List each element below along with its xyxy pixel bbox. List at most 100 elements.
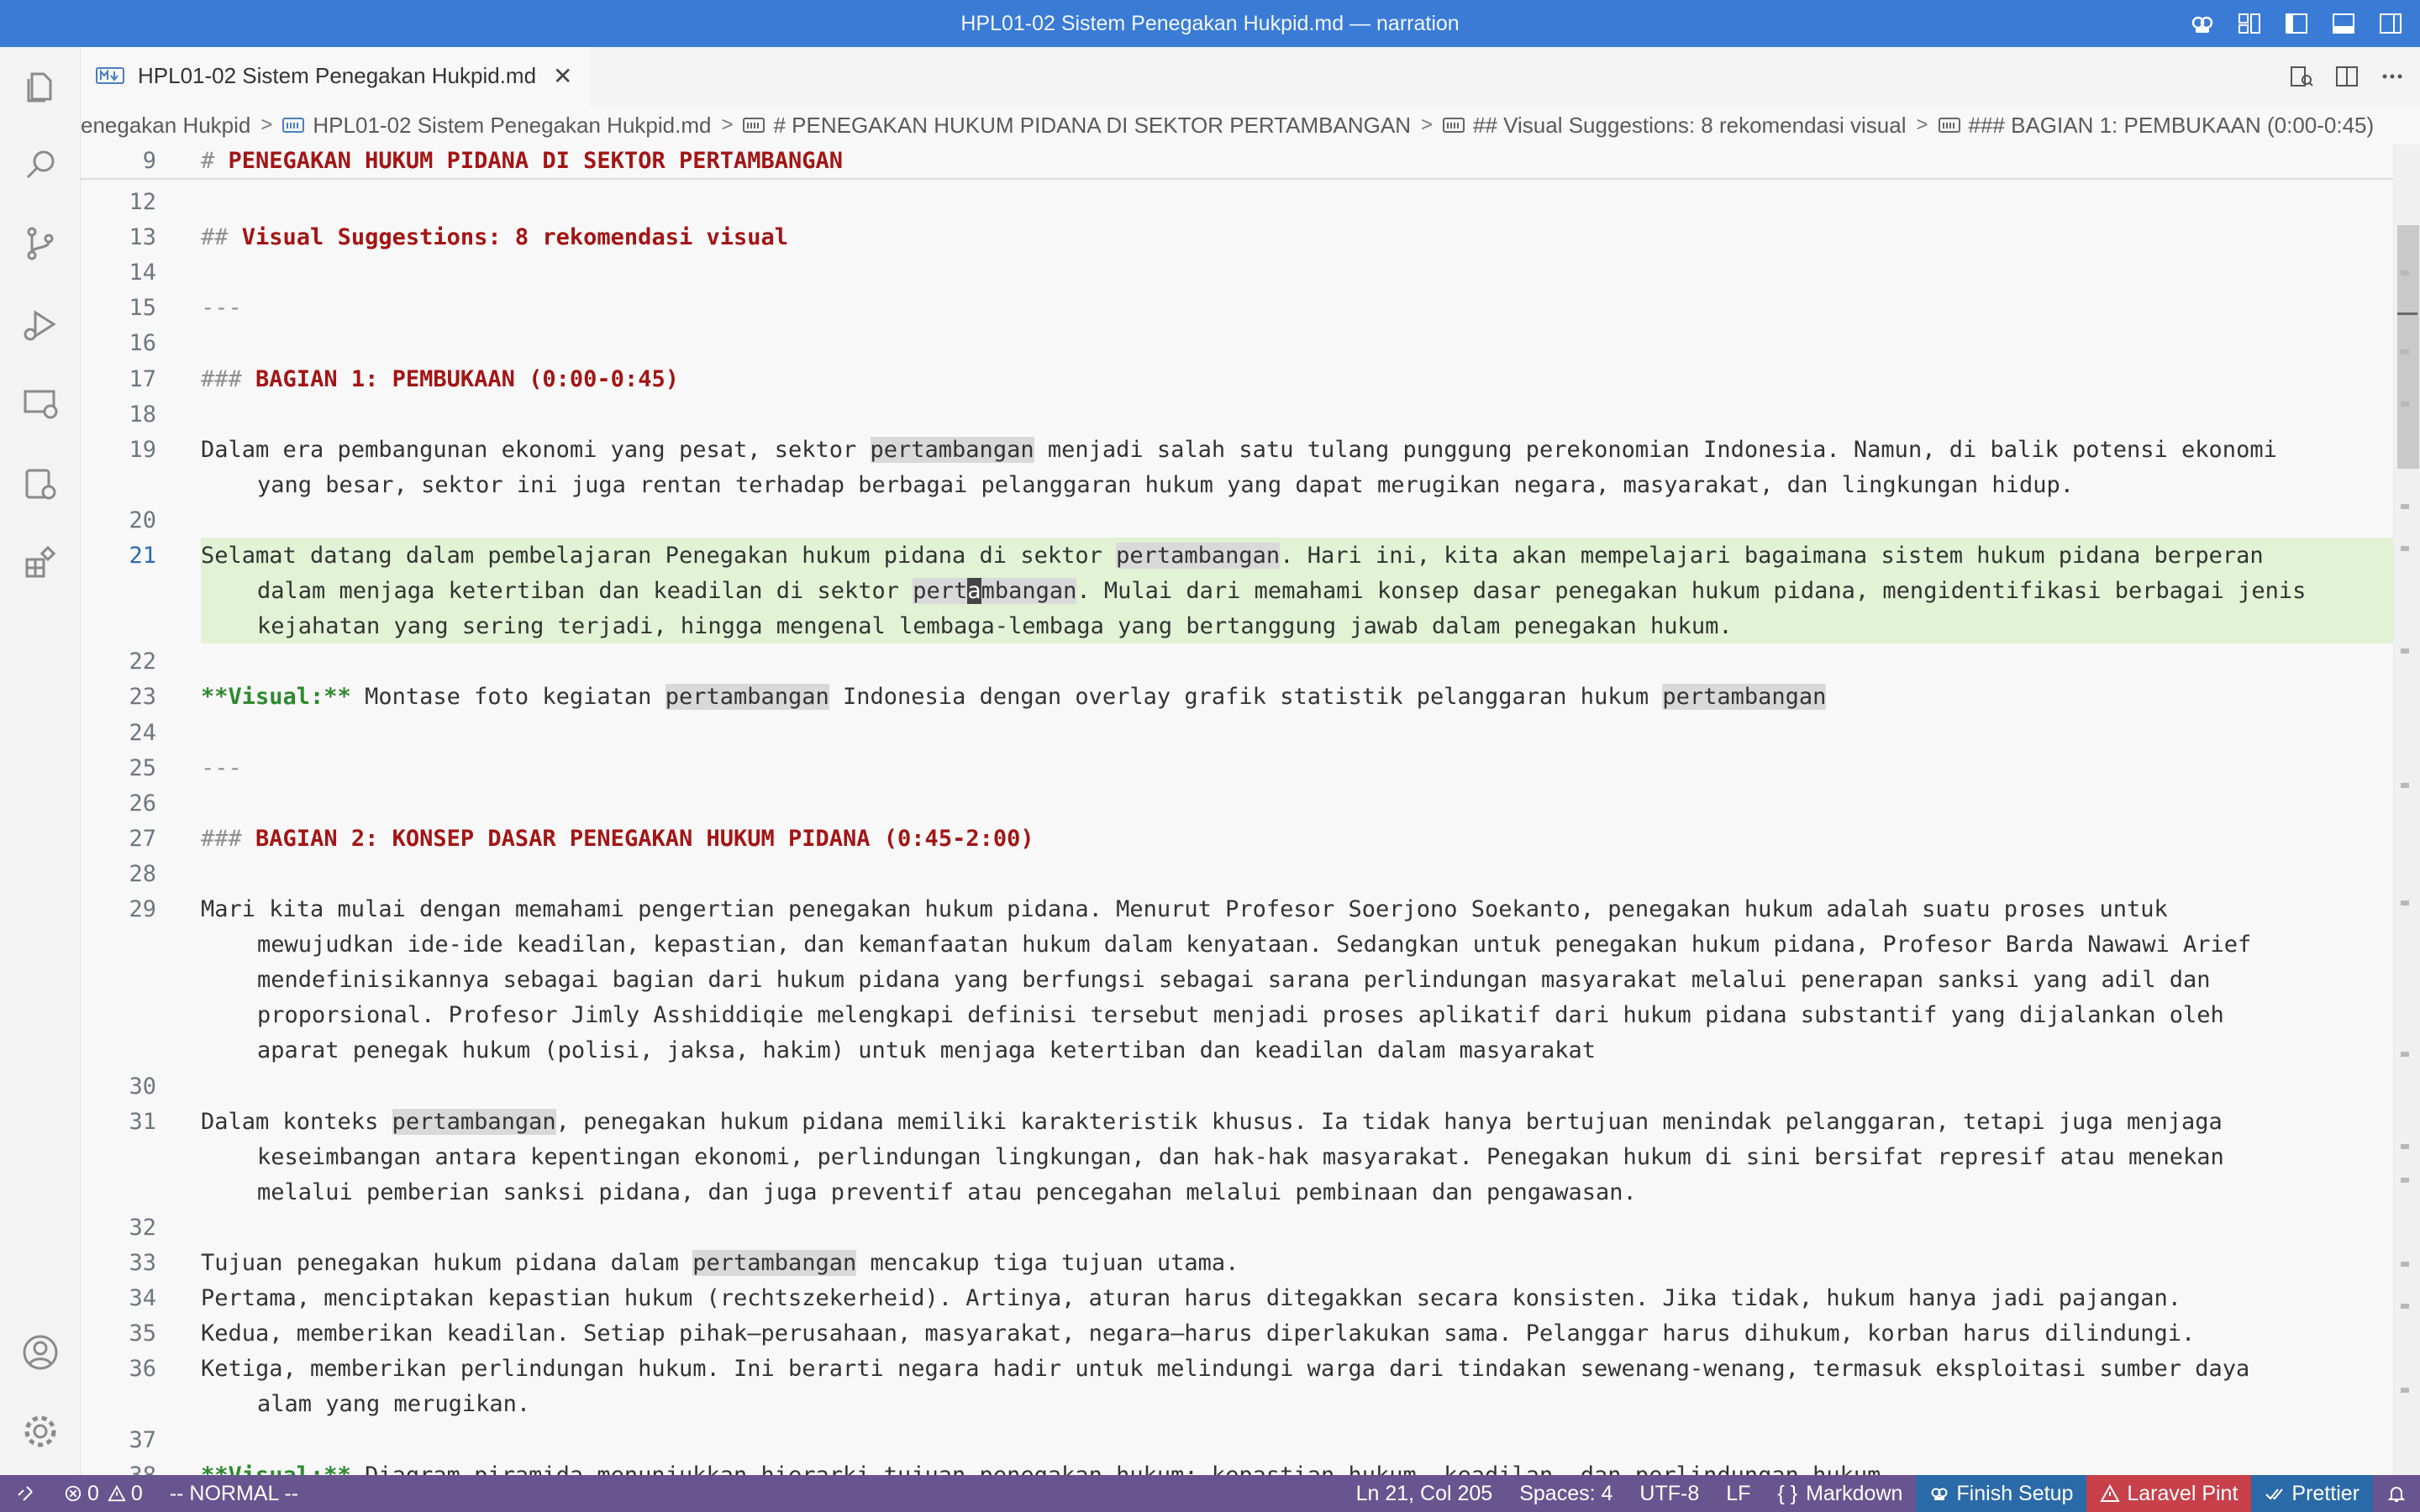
tab-hpl01-02[interactable]: HPL01-02 Sistem Penegakan Hukpid.md ✕ (81, 47, 590, 106)
line-number: 24 (129, 719, 156, 746)
warning-icon (2100, 1483, 2121, 1502)
copilot-icon[interactable] (2190, 11, 2215, 36)
encoding[interactable]: UTF-8 (1626, 1475, 1712, 1512)
line-number: 16 (129, 330, 156, 357)
code-line[interactable]: mendefinisikannya sebagai bagian dari hu… (257, 967, 2211, 993)
text-cursor: a (967, 578, 981, 605)
search-icon[interactable] (20, 144, 60, 185)
laravel-pint-label: Laravel Pint (2127, 1481, 2238, 1505)
remote-explorer-icon[interactable] (20, 383, 60, 423)
end-of-line[interactable]: LF (1712, 1475, 1764, 1512)
toggle-panel-icon[interactable] (2331, 11, 2356, 36)
sticky-scroll-header[interactable]: 9 # PENEGAKAN HUKUM PIDANA DI SEKTOR PER… (81, 144, 2393, 180)
code-line[interactable]: Mari kita mulai dengan memahami pengerti… (201, 896, 2168, 922)
indentation[interactable]: Spaces: 4 (1506, 1475, 1626, 1512)
breadcrumb-item[interactable]: HPL01-02 Sistem Penegakan Hukpid.md (282, 113, 711, 139)
code-token: ## (201, 224, 229, 251)
code-token: mencakup tiga tujuan utama. (856, 1250, 1239, 1276)
code-line[interactable]: yang besar, sektor ini juga rentan terha… (257, 472, 2074, 498)
cursor-position[interactable]: Ln 21, Col 205 (1343, 1475, 1507, 1512)
close-icon[interactable]: ✕ (553, 62, 572, 90)
toggle-primary-sidebar-icon[interactable] (2284, 11, 2309, 36)
sticky-line-text: # PENEGAKAN HUKUM PIDANA DI SEKTOR PERTA… (201, 148, 844, 174)
overview-marker (2401, 270, 2409, 276)
overview-marker (2401, 402, 2409, 407)
line-number: 35 (129, 1320, 156, 1347)
breadcrumb-label: HPL01-02 Sistem Penegakan Hukpid.md (313, 112, 712, 138)
explorer-icon[interactable] (20, 66, 60, 106)
code-line[interactable]: Ketiga, memberikan perlindungan hukum. I… (201, 1356, 2249, 1382)
status-bar: 0 0 -- NORMAL -- Ln 21, Col 205 Spaces: … (0, 1475, 2420, 1512)
code-line[interactable]: Pertama, menciptakan kepastian hukum (re… (201, 1285, 2181, 1311)
breadcrumb-item[interactable]: enegakan Hukpid (81, 113, 250, 139)
code-token: Mari kita mulai dengan memahami pengerti… (201, 896, 2168, 922)
overview-marker (2401, 1052, 2409, 1057)
language-label: Markdown (1806, 1481, 1903, 1505)
code-token: menjadi salah satu tulang punggung perek… (1034, 436, 2277, 463)
code-token: Selamat datang dalam pembelajaran Penega… (201, 543, 1117, 569)
code-token: kejahatan yang sering terjadi, hingga me… (257, 613, 1733, 640)
word-highlight: pertambangan (1662, 684, 1827, 711)
split-editor-icon[interactable] (2334, 64, 2360, 89)
code-token: . Mulai dari memahami konsep dasar peneg… (1076, 578, 2307, 605)
more-actions-icon[interactable] (2380, 64, 2405, 89)
code-line[interactable]: ### BAGIAN 1: PEMBUKAAN (0:00-0:45) (201, 366, 679, 392)
breadcrumb-item[interactable]: # PENEGAKAN HUKUM PIDANA DI SEKTOR PERTA… (743, 113, 1411, 139)
notifications-bell-icon[interactable] (2373, 1475, 2420, 1512)
finish-setup-label: Finish Setup (1956, 1481, 2074, 1505)
code-token: keseimbangan antara kepentingan ekonomi,… (257, 1143, 2224, 1170)
extensions-icon[interactable] (20, 543, 60, 583)
finish-setup-button[interactable]: Finish Setup (1916, 1475, 2087, 1512)
symbol-string-icon (1443, 118, 1465, 133)
testing-icon[interactable] (20, 464, 60, 504)
language-mode[interactable]: { } Markdown (1764, 1475, 1916, 1512)
code-line[interactable]: dalam menjaga ketertiban dan keadilan di… (257, 578, 2307, 605)
toggle-secondary-sidebar-icon[interactable] (2378, 11, 2403, 36)
prettier-button[interactable]: Prettier (2251, 1475, 2373, 1512)
layout-customize-icon[interactable] (2237, 11, 2262, 36)
line-number: 27 (129, 825, 156, 852)
word-highlight: pertambangan (665, 684, 829, 711)
code-line[interactable]: Selamat datang dalam pembelajaran Penega… (201, 543, 2264, 569)
scrollbar-thumb[interactable] (2397, 225, 2419, 469)
breadcrumb-item[interactable]: ### BAGIAN 1: PEMBUKAAN (0:00-0:45) (1938, 113, 2374, 139)
code-line[interactable]: kejahatan yang sering terjadi, hingga me… (257, 613, 1733, 639)
editor-scrollbar[interactable] (2393, 144, 2420, 1475)
code-line[interactable]: Dalam era pembangunan ekonomi yang pesat… (201, 436, 2277, 463)
account-icon[interactable] (20, 1332, 60, 1373)
code-token: BAGIAN 1: PEMBUKAAN (0:00-0:45) (255, 365, 679, 392)
code-line[interactable]: alam yang merugikan. (257, 1391, 530, 1417)
problems-indicator[interactable]: 0 0 (50, 1475, 156, 1512)
vim-mode: -- NORMAL -- (169, 1481, 299, 1505)
code-token: ### (201, 365, 242, 392)
code-line[interactable]: Kedua, memberikan keadilan. Setiap pihak… (201, 1320, 2195, 1347)
run-debug-icon[interactable] (20, 304, 60, 344)
settings-gear-icon[interactable] (20, 1411, 60, 1452)
code-line[interactable]: ### BAGIAN 2: KONSEP DASAR PENEGAKAN HUK… (201, 826, 1034, 852)
code-token: **Visual:** (201, 1462, 351, 1475)
code-line[interactable]: **Visual:** Diagram piramida menunjukkan… (201, 1462, 1881, 1475)
code-line[interactable]: melalui pemberian sanksi pidana, dan jug… (257, 1179, 1637, 1205)
open-preview-icon[interactable] (2289, 64, 2314, 89)
code-editor[interactable]: 9 # PENEGAKAN HUKUM PIDANA DI SEKTOR PER… (81, 144, 2393, 1475)
code-line[interactable]: **Visual:** Montase foto kegiatan pertam… (201, 684, 1827, 711)
code-line[interactable]: --- (201, 755, 242, 781)
laravel-pint-button[interactable]: Laravel Pint (2086, 1475, 2252, 1512)
source-control-icon[interactable] (20, 223, 60, 264)
line-number: 20 (129, 507, 156, 533)
remote-indicator-icon[interactable] (0, 1475, 50, 1512)
code-line[interactable]: aparat penegak hukum (polisi, jaksa, hak… (257, 1037, 1596, 1063)
code-line[interactable]: Tujuan penegakan hukum pidana dalam pert… (201, 1250, 1239, 1276)
code-line[interactable]: proporsional. Profesor Jimly Asshiddiqie… (257, 1002, 2224, 1028)
line-number: 33 (129, 1250, 156, 1276)
code-line[interactable]: --- (201, 295, 242, 321)
code-line[interactable]: Dalam konteks pertambangan, penegakan hu… (201, 1108, 2223, 1135)
word-highlight: pertambangan (870, 436, 1034, 463)
breadcrumb-item[interactable]: ## Visual Suggestions: 8 rekomendasi vis… (1443, 113, 1907, 139)
line-number: 28 (129, 860, 156, 887)
word-highlight: pertambangan (1116, 543, 1281, 569)
code-line[interactable]: keseimbangan antara kepentingan ekonomi,… (257, 1144, 2224, 1170)
code-line[interactable]: mewujudkan ide-ide keadilan, kepastian, … (257, 932, 2251, 958)
code-line[interactable]: ## Visual Suggestions: 8 rekomendasi vis… (201, 224, 788, 250)
